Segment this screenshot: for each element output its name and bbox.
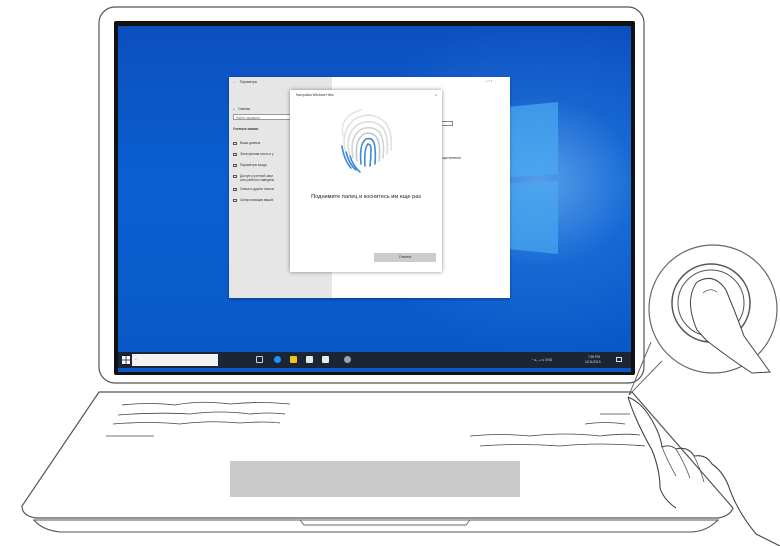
sidebar-item-label: Семья и другие пользо: [240, 187, 275, 191]
sidebar-item-sign-in[interactable]: Параметры входа: [233, 163, 266, 167]
sidebar-item-label: Параметры входа: [240, 163, 267, 167]
dialog-message: Поднимите палец и коснитесь им еще раз: [311, 194, 421, 200]
notification-icon[interactable]: [616, 357, 622, 362]
laptop-base: [21, 391, 734, 519]
sidebar-item-label: Синхронизация ваших: [240, 198, 274, 202]
search-icon: ⌕: [135, 357, 137, 361]
sidebar-item-home[interactable]: ⌂ Главная: [233, 107, 250, 111]
mail-app-icon[interactable]: [322, 356, 329, 363]
sidebar-item-sync[interactable]: Синхронизация ваших: [233, 198, 273, 202]
task-view-icon[interactable]: [256, 356, 263, 363]
screen: ← Параметры ⌂ Главная Найти параметр Уче…: [118, 26, 631, 372]
windows-hello-dialog[interactable]: Настройка Windows Hello × Поднимите пале…: [290, 90, 442, 272]
start-button-icon[interactable]: [122, 356, 130, 364]
briefcase-icon: [233, 174, 237, 178]
sync-icon: [233, 198, 237, 202]
taskbar: ⌕ ^ ♦₀ ⊿ ⊡ ENG 7:55 PM 11/11/2019: [118, 352, 631, 368]
edge-browser-icon[interactable]: [274, 356, 281, 363]
sidebar-item-email[interactable]: Электронная почта и у: [233, 152, 274, 156]
fingerprint-icon: [341, 109, 393, 173]
touchpad[interactable]: [230, 461, 520, 497]
sidebar-item-family[interactable]: Семья и другие пользо: [233, 187, 274, 191]
file-explorer-icon[interactable]: [290, 356, 297, 363]
store-icon[interactable]: [306, 356, 313, 363]
people-icon: [233, 187, 237, 191]
laptop-base-edge: [32, 519, 720, 533]
system-tray[interactable]: ^ ♦₀ ⊿ ⊡ ENG: [532, 358, 552, 362]
taskbar-search-box[interactable]: ⌕: [132, 354, 218, 366]
sidebar-item-label: Ваши данные: [240, 141, 261, 145]
sidebar-item-label: Электронная почта и у: [240, 152, 274, 156]
home-icon: ⌂: [233, 107, 235, 111]
clock-time[interactable]: 7:55 PM: [588, 355, 600, 359]
sidebar-item-your-info[interactable]: Ваши данные: [233, 141, 260, 145]
dialog-title: Настройка Windows Hello: [296, 93, 334, 97]
sidebar-item-label: Главная: [237, 107, 251, 111]
settings-gear-icon[interactable]: [344, 356, 351, 363]
search-placeholder: Найти параметр: [236, 115, 261, 120]
back-arrow-icon[interactable]: ←: [233, 80, 236, 84]
window-controls[interactable]: – □ ×: [485, 79, 492, 83]
mail-icon: [233, 152, 237, 156]
clock-date[interactable]: 11/11/2019: [585, 360, 600, 364]
settings-title: Параметры: [240, 80, 257, 84]
sidebar-item-label-line2: или учебного заведени: [240, 178, 275, 182]
close-icon[interactable]: ×: [435, 92, 437, 97]
section-heading: Учетные записи: [233, 127, 259, 131]
cancel-button[interactable]: Отмена: [374, 253, 436, 262]
person-card-icon: [233, 141, 237, 145]
key-icon: [233, 163, 237, 167]
